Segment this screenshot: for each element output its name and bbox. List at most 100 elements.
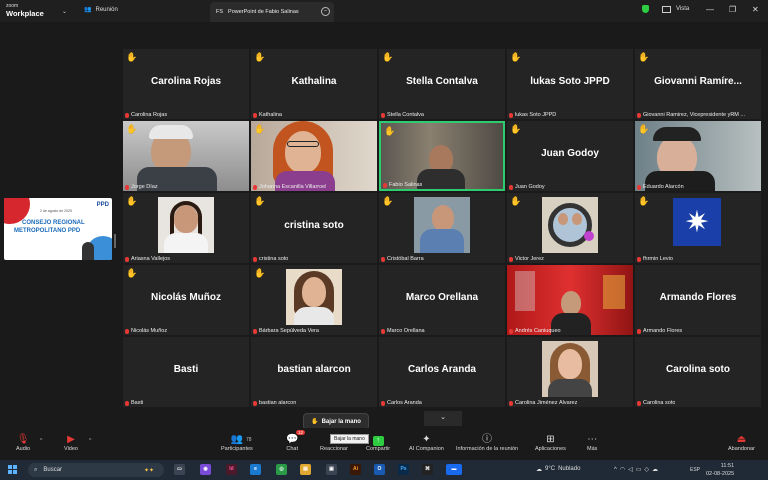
shield-icon xyxy=(642,5,649,13)
participant-photo xyxy=(286,269,342,325)
participant-tile[interactable]: Carlos Aranda Carlos Aranda xyxy=(379,337,505,407)
zoom-icon[interactable]: ▬ xyxy=(446,464,462,475)
participant-tile-video[interactable]: ✋ Johanna Escanilla Villarroel xyxy=(251,121,377,191)
participant-tile[interactable]: ✋ Juan Godoy Juan Godoy xyxy=(507,121,633,191)
task-view-icon[interactable]: ▭ xyxy=(174,464,185,475)
participant-photo xyxy=(158,197,214,253)
participant-tile-photo[interactable]: ✷ ✋ fhrmin Levio xyxy=(635,193,761,263)
raised-hand-icon: ✋ xyxy=(638,196,650,206)
system-tray[interactable]: ^◠◁▭◇☁ xyxy=(614,466,661,473)
raised-hand-icon: ✋ xyxy=(382,196,394,206)
chevron-up-icon[interactable]: ^ xyxy=(40,438,42,444)
muted-mic-icon: 🎙 xyxy=(16,434,30,445)
language-indicator[interactable]: ESP xyxy=(690,467,700,473)
share-tab[interactable]: FS PowerPoint de Fabio Salinas – xyxy=(210,2,334,22)
raised-hand-icon: ✋ xyxy=(254,268,266,278)
participant-video xyxy=(507,265,633,335)
minimize-icon[interactable]: — xyxy=(706,5,714,14)
participant-tile-video[interactable]: ✋ Eduardo Alarcón xyxy=(635,121,761,191)
video-button[interactable]: ▶ Video xyxy=(64,434,78,452)
participant-tile[interactable]: Armando Flores Armando Flores xyxy=(635,265,761,335)
close-window-icon[interactable]: ✕ xyxy=(752,5,759,14)
participant-tile-video[interactable]: ✋ Jorge Díaz xyxy=(123,121,249,191)
participant-tile[interactable]: ✋ Carolina Rojas Carolina Rojas xyxy=(123,49,249,119)
collapse-toolbar-button[interactable]: ⌄ xyxy=(424,411,462,426)
chrome-icon[interactable]: ◎ xyxy=(276,464,287,475)
people-icon: 👥 xyxy=(84,7,92,13)
photoshop-icon[interactable]: Ps xyxy=(398,464,409,475)
participant-tile-photo[interactable]: ✋ Ariasna Vallejos xyxy=(123,193,249,263)
view-button[interactable]: Vista xyxy=(642,5,689,13)
leave-button[interactable]: ⏏ Abandonar xyxy=(728,434,755,452)
leave-icon: ⏏ xyxy=(736,434,747,445)
participant-tile[interactable]: ✋ Kathalina Kathalina xyxy=(251,49,377,119)
capcut-icon[interactable]: ⌘ xyxy=(422,464,433,475)
meeting-info-button[interactable]: ⓘ Información de la reunión xyxy=(456,434,518,452)
muted-mic-icon xyxy=(253,328,257,334)
audio-button[interactable]: 🎙 Audio xyxy=(16,434,30,452)
raised-hand-icon: ✋ xyxy=(126,124,138,134)
cloud-sync-icon: ☁ xyxy=(652,467,661,473)
participant-photo xyxy=(542,197,598,253)
participant-tile-photo[interactable]: Carolina Jiménez Álvarez xyxy=(507,337,633,407)
meeting-toolbar: 🎙 Audio ^ ▶ Video ^ 👥 Participantes 78 💬… xyxy=(0,428,768,460)
participant-tile[interactable]: ✋ lukas Soto JPPD lukas Soto JPPD xyxy=(507,49,633,119)
outlook-icon[interactable]: O xyxy=(374,464,385,475)
clock[interactable]: 11:51 02-08-2025 xyxy=(706,462,734,478)
participant-tile[interactable]: ✋ cristina soto cristina soto xyxy=(251,193,377,263)
participant-tile[interactable]: ✋ Giovanni Ramíre... Giovanni Ramirez, V… xyxy=(635,49,761,119)
participant-tile[interactable]: Carolina soto Carolina soto xyxy=(635,337,761,407)
muted-mic-icon xyxy=(509,328,513,334)
raised-hand-icon: ✋ xyxy=(254,52,266,62)
participant-tile-photo[interactable]: ✋ Victor Jerez xyxy=(507,193,633,263)
shared-slide-thumbnail[interactable]: PPD 2 de agosto de 2025 CONSEJO REGIONAL… xyxy=(4,198,112,260)
weather-widget[interactable]: ☁ 9°C Nublado xyxy=(536,466,580,473)
meeting-tab[interactable]: 👥 Reunión xyxy=(84,6,118,14)
raised-hand-icon: ✋ xyxy=(638,124,650,134)
ai-companion-button[interactable]: ✦ AI Companion xyxy=(409,434,444,452)
indesign-icon[interactable]: Id xyxy=(226,464,237,475)
participant-video xyxy=(123,121,249,191)
copilot-icon[interactable]: ◉ xyxy=(200,464,211,475)
thumbnail-resize-handle[interactable] xyxy=(114,234,116,248)
participant-tile-photo[interactable]: ✋ Cristóbal Barra xyxy=(379,193,505,263)
raised-hand-icon: ✋ xyxy=(384,126,396,136)
app-icon[interactable]: ▣ xyxy=(326,464,337,475)
participant-tile[interactable]: Marco Orellana Marco Orellana xyxy=(379,265,505,335)
participants-count: 78 xyxy=(246,437,252,443)
chevron-up-icon[interactable]: ^ xyxy=(89,438,91,444)
apps-button[interactable]: ⊞ Aplicaciones xyxy=(535,434,566,452)
illustrator-icon[interactable]: Ai xyxy=(350,464,361,475)
more-button[interactable]: ⋯ Más xyxy=(587,434,597,452)
windows-taskbar: ⌕ Buscar ✦✦ ▭ ◉ Id e ◎ ▤ ▣ Ai O Ps ⌘ ▬ ☁… xyxy=(0,460,768,480)
share-title: PowerPoint de Fabio Salinas xyxy=(228,9,299,15)
participant-tile[interactable]: Basti Basti xyxy=(123,337,249,407)
windows-start-icon[interactable] xyxy=(8,465,17,474)
participant-tile[interactable]: bastian alarcon bastian alarcon xyxy=(251,337,377,407)
muted-mic-icon xyxy=(253,184,257,190)
taskbar-search[interactable]: ⌕ Buscar ✦✦ xyxy=(28,463,164,477)
share-screen-icon: ↑ xyxy=(366,434,390,446)
muted-mic-icon xyxy=(383,182,387,188)
zoom-logo[interactable]: zoom Workplace xyxy=(6,3,44,17)
cloud-icon: ☁ xyxy=(536,467,542,473)
restore-icon[interactable]: ❐ xyxy=(729,5,736,14)
participant-tile-video-active-speaker[interactable]: ✋ Fabio Salinas xyxy=(379,121,505,191)
muted-mic-icon xyxy=(253,400,257,406)
edge-icon[interactable]: e xyxy=(250,464,261,475)
muted-mic-icon xyxy=(509,184,513,190)
close-icon[interactable]: – xyxy=(321,7,330,16)
participant-tile[interactable]: ✋ Stella Contalva Stella Contalva xyxy=(379,49,505,119)
share-button[interactable]: ↑ Compartir xyxy=(366,434,390,452)
participant-tile[interactable]: ✋ Nicolás Muñoz Nicolás Muñoz xyxy=(123,265,249,335)
raised-hand-icon: ✋ xyxy=(126,268,138,278)
chat-button[interactable]: 💬 Chat xyxy=(286,434,298,452)
muted-mic-icon xyxy=(637,256,641,262)
file-explorer-icon[interactable]: ▤ xyxy=(300,464,311,475)
chevron-down-icon[interactable]: ⌄ xyxy=(62,8,67,15)
participant-tile-video[interactable]: Andrés Caniuqueo xyxy=(507,265,633,335)
more-icon: ⋯ xyxy=(587,434,598,445)
volume-icon: ◁ xyxy=(628,467,636,473)
participant-video xyxy=(251,121,377,191)
participant-tile-photo[interactable]: ✋ Bárbara Sepúlveda Vera xyxy=(251,265,377,335)
